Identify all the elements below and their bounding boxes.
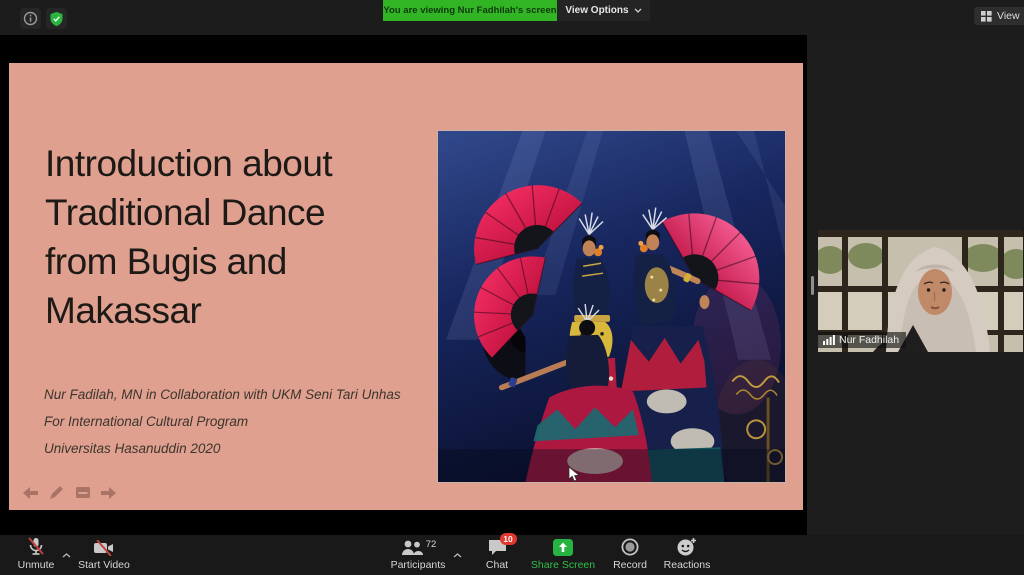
meeting-toolbar: Unmute Start Video: [0, 535, 1024, 575]
reactions-label: Reactions: [664, 559, 711, 571]
see-all-slides-button[interactable]: [74, 484, 91, 501]
slide-subtitle-line: Nur Fadilah, MN in Collaboration with UK…: [44, 387, 424, 402]
video-panel: Nur Fadhilah: [807, 35, 1024, 535]
info-icon: [23, 11, 38, 26]
reactions-button[interactable]: Reactions: [658, 538, 716, 573]
encryption-shield-icon[interactable]: [46, 8, 67, 29]
slide-subtitle-line: For International Cultural Program: [44, 414, 424, 429]
share-screen-button[interactable]: Share Screen: [524, 538, 602, 573]
pen-tool-button[interactable]: [48, 484, 65, 501]
slideshow-controls: [22, 484, 117, 501]
reactions-icon: [677, 538, 697, 556]
view-options-label: View Options: [565, 5, 628, 16]
record-label: Record: [613, 559, 647, 571]
chevron-down-icon: [634, 8, 642, 13]
participants-count: 72: [426, 539, 437, 550]
camera-muted-icon: [93, 540, 115, 556]
chat-unread-badge: 10: [500, 533, 517, 545]
meeting-info-icon[interactable]: [20, 8, 41, 29]
share-screen-icon: [553, 539, 573, 556]
next-slide-button[interactable]: [100, 484, 117, 501]
participants-icon: [400, 540, 424, 556]
mic-muted-icon: [26, 537, 46, 556]
participant-name: Nur Fadhilah: [839, 334, 899, 346]
view-button-label: View: [997, 10, 1020, 22]
participants-options-caret[interactable]: [453, 545, 462, 563]
mouse-cursor: [568, 467, 580, 487]
start-video-button[interactable]: Start Video: [72, 538, 136, 573]
zoom-meeting-window: You are viewing Nur Fadhilah's screen Vi…: [0, 0, 1024, 575]
view-options-button[interactable]: View Options: [557, 0, 650, 21]
participants-label: Participants: [391, 559, 446, 571]
viewing-banner: You are viewing Nur Fadhilah's screen: [383, 0, 557, 21]
view-button[interactable]: View: [974, 7, 1024, 25]
unmute-label: Unmute: [18, 559, 55, 571]
panel-resize-handle[interactable]: [811, 276, 814, 295]
shield-check-icon: [49, 11, 64, 27]
chat-label: Chat: [486, 559, 508, 571]
grid-view-icon: [981, 11, 992, 22]
share-screen-label: Share Screen: [531, 559, 595, 571]
record-icon: [621, 538, 639, 556]
participants-button[interactable]: 72 Participants: [384, 538, 452, 573]
slide-subtitle-line: Universitas Hasanuddin 2020: [44, 441, 424, 456]
connection-bars-icon: [823, 335, 835, 345]
shared-screen-region: Introduction about Traditional Dance fro…: [0, 35, 807, 535]
start-video-label: Start Video: [78, 559, 130, 571]
unmute-button[interactable]: Unmute: [10, 538, 62, 573]
top-bar: You are viewing Nur Fadhilah's screen Vi…: [0, 0, 1024, 35]
previous-slide-button[interactable]: [22, 484, 39, 501]
presentation-slide: Introduction about Traditional Dance fro…: [9, 63, 803, 510]
chat-button[interactable]: 10 Chat: [471, 538, 523, 573]
participant-video-tile[interactable]: Nur Fadhilah: [818, 230, 1023, 352]
audio-options-caret[interactable]: [62, 545, 71, 563]
slide-title: Introduction about Traditional Dance fro…: [45, 139, 332, 335]
slide-photo-fan-dancers: [437, 130, 786, 483]
participant-name-tag: Nur Fadhilah: [818, 332, 906, 348]
record-button[interactable]: Record: [602, 538, 658, 573]
